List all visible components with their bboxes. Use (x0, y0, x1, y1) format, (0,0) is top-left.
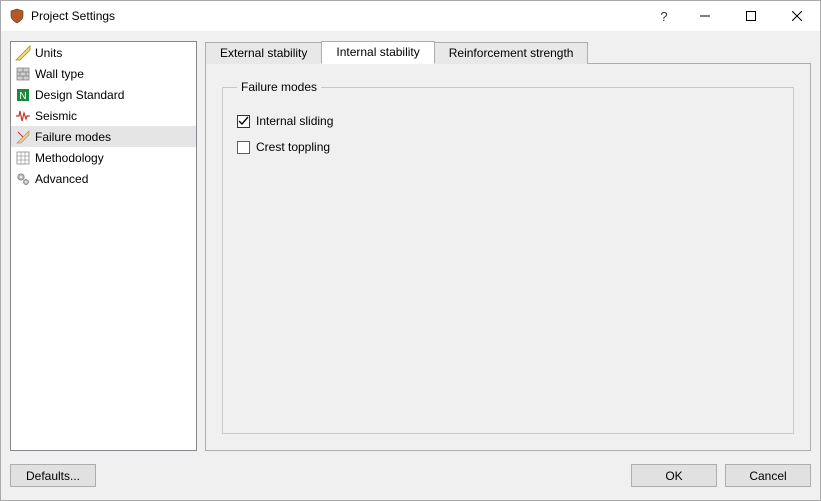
sidebar-item-label: Design Standard (35, 88, 124, 102)
option-label: Crest toppling (256, 140, 330, 154)
minimize-button[interactable] (682, 1, 728, 31)
group-title: Failure modes (237, 80, 321, 94)
ok-button[interactable]: OK (631, 464, 717, 487)
main-panel: External stability Internal stability Re… (205, 41, 811, 451)
app-icon (9, 8, 25, 24)
tab-internal-stability[interactable]: Internal stability (321, 41, 434, 64)
seismic-icon (15, 108, 31, 124)
tab-label: External stability (220, 46, 307, 60)
sidebar-item-label: Failure modes (35, 130, 111, 144)
sidebar-item-design-standard[interactable]: N Design Standard (11, 84, 196, 105)
ruler-icon (15, 45, 31, 61)
standard-icon: N (15, 87, 31, 103)
dialog-footer: Defaults... OK Cancel (1, 460, 820, 500)
sidebar-item-label: Seismic (35, 109, 77, 123)
wall-icon (15, 66, 31, 82)
sidebar: Units Wall type N Design Standard Seismi… (10, 41, 197, 451)
sidebar-item-seismic[interactable]: Seismic (11, 105, 196, 126)
help-button[interactable]: ? (646, 1, 682, 31)
tab-external-stability[interactable]: External stability (205, 42, 322, 64)
cancel-button[interactable]: Cancel (725, 464, 811, 487)
checkbox-checked-icon (237, 115, 250, 128)
window-title: Project Settings (31, 9, 115, 23)
sidebar-item-label: Units (35, 46, 62, 60)
option-label: Internal sliding (256, 114, 333, 128)
maximize-button[interactable] (728, 1, 774, 31)
dialog-body: Units Wall type N Design Standard Seismi… (1, 32, 820, 460)
dialog-window: Project Settings ? Units Wall ty (0, 0, 821, 501)
option-crest-toppling[interactable]: Crest toppling (237, 136, 779, 158)
tab-content: Failure modes Internal sliding Crest top… (205, 63, 811, 451)
sidebar-item-failure-modes[interactable]: Failure modes (11, 126, 196, 147)
option-internal-sliding[interactable]: Internal sliding (237, 110, 779, 132)
svg-text:N: N (19, 91, 26, 102)
table-icon (15, 150, 31, 166)
sidebar-item-label: Wall type (35, 67, 84, 81)
tab-label: Internal stability (336, 45, 419, 59)
failure-modes-group: Failure modes Internal sliding Crest top… (222, 80, 794, 434)
sidebar-item-label: Advanced (35, 172, 88, 186)
sidebar-item-label: Methodology (35, 151, 104, 165)
titlebar: Project Settings ? (1, 1, 820, 32)
sidebar-item-advanced[interactable]: Advanced (11, 168, 196, 189)
tab-reinforcement-strength[interactable]: Reinforcement strength (434, 42, 589, 64)
failure-icon (15, 129, 31, 145)
sidebar-item-wall-type[interactable]: Wall type (11, 63, 196, 84)
close-button[interactable] (774, 1, 820, 31)
checkbox-unchecked-icon (237, 141, 250, 154)
tab-label: Reinforcement strength (449, 46, 574, 60)
sidebar-item-units[interactable]: Units (11, 42, 196, 63)
defaults-button[interactable]: Defaults... (10, 464, 96, 487)
tab-bar: External stability Internal stability Re… (205, 41, 811, 64)
sidebar-item-methodology[interactable]: Methodology (11, 147, 196, 168)
gears-icon (15, 171, 31, 187)
